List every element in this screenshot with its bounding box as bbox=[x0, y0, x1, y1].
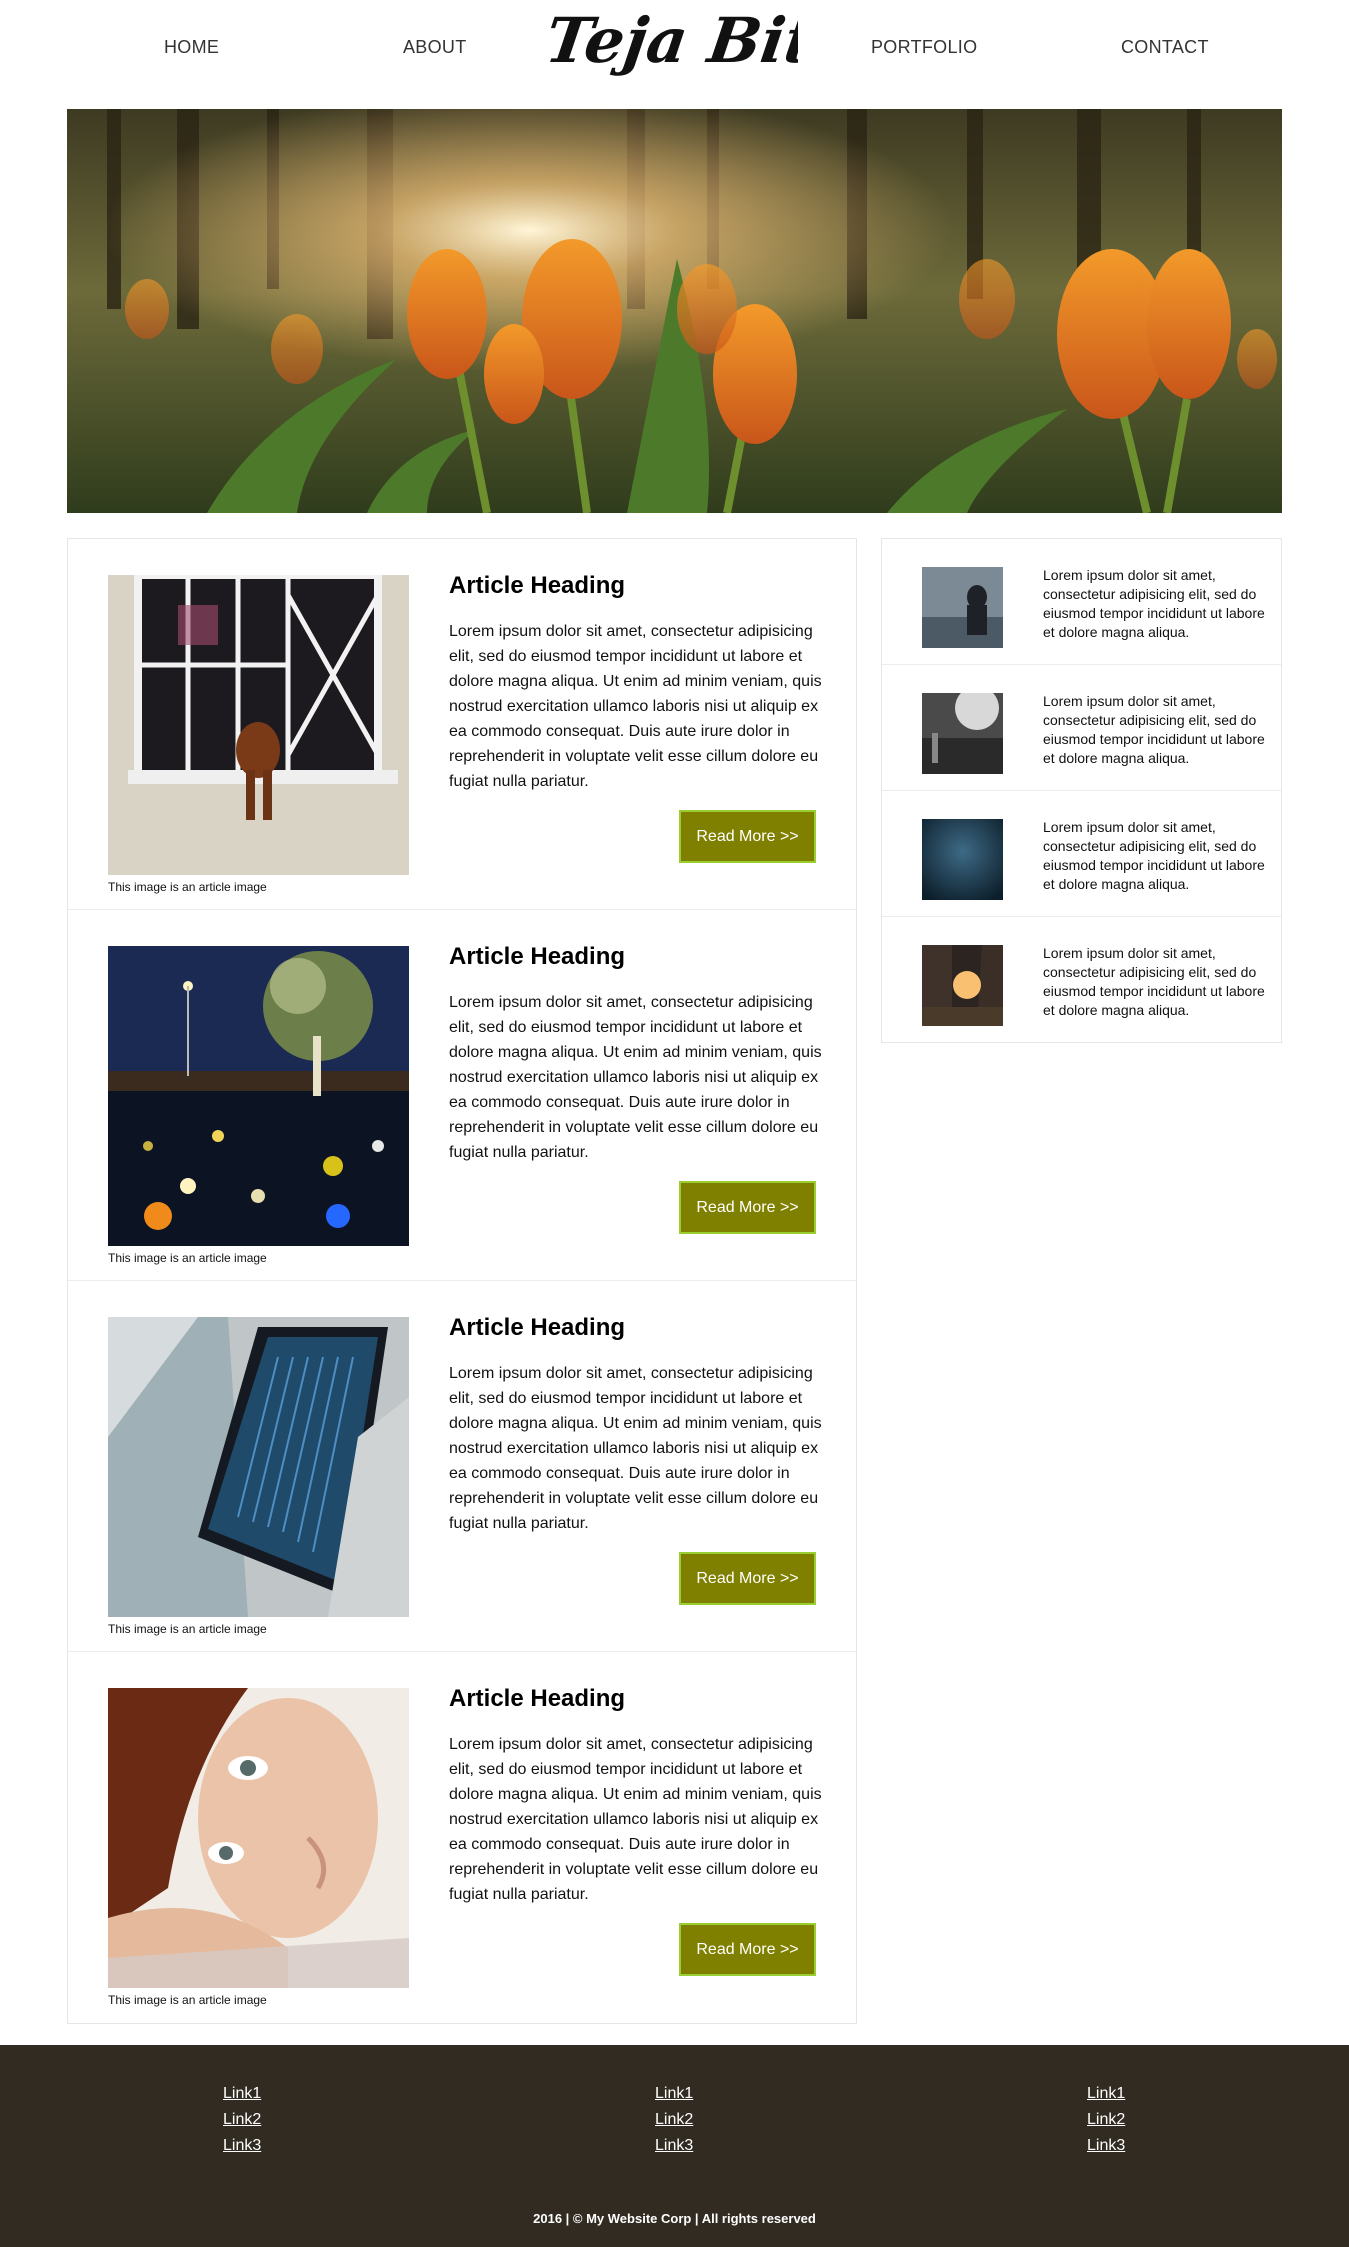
article-image bbox=[108, 1688, 409, 1988]
copyright-text: 2016 | © My Website Corp | All rights re… bbox=[533, 2211, 816, 2226]
article-image bbox=[108, 1317, 409, 1617]
nav-contact[interactable]: CONTACT bbox=[1121, 37, 1209, 58]
sidebar: Lorem ipsum dolor sit amet, consectetur … bbox=[881, 538, 1282, 1043]
read-more-button[interactable]: Read More >> bbox=[679, 1181, 816, 1234]
article-heading: Article Heading bbox=[449, 943, 626, 970]
sidebar-thumbnail bbox=[922, 819, 1003, 900]
article-heading: Article Heading bbox=[449, 1685, 626, 1712]
site-footer: Link1 Link2 Link3 Link1 Link2 Link3 Link… bbox=[0, 2045, 1349, 2247]
footer-link[interactable]: Link2 bbox=[655, 2107, 693, 2133]
article-caption: This image is an article image bbox=[108, 1251, 267, 1265]
svg-text:Teja Bitra: Teja Bitra bbox=[548, 4, 798, 77]
article-image bbox=[108, 946, 409, 1246]
footer-link[interactable]: Link1 bbox=[655, 2081, 693, 2107]
read-more-button[interactable]: Read More >> bbox=[679, 1923, 816, 1976]
footer-link[interactable]: Link2 bbox=[1087, 2107, 1125, 2133]
sidebar-text: Lorem ipsum dolor sit amet, consectetur … bbox=[1043, 567, 1265, 640]
article-body: Lorem ipsum dolor sit amet, consectetur … bbox=[449, 623, 822, 790]
nav-about[interactable]: ABOUT bbox=[403, 37, 467, 58]
footer-column: Link1 Link2 Link3 bbox=[655, 2081, 693, 2159]
article-caption: This image is an article image bbox=[108, 1993, 267, 2007]
article-heading: Article Heading bbox=[449, 572, 626, 599]
sidebar-thumbnail bbox=[922, 567, 1003, 648]
footer-link[interactable]: Link2 bbox=[223, 2107, 261, 2133]
hero-banner-image bbox=[67, 109, 1282, 513]
nav-portfolio[interactable]: PORTFOLIO bbox=[871, 37, 977, 58]
footer-link[interactable]: Link1 bbox=[1087, 2081, 1125, 2107]
read-more-button[interactable]: Read More >> bbox=[679, 1552, 816, 1605]
article-heading: Article Heading bbox=[449, 1314, 626, 1341]
footer-column: Link1 Link2 Link3 bbox=[1087, 2081, 1125, 2159]
footer-link[interactable]: Link3 bbox=[223, 2133, 261, 2159]
sidebar-item[interactable]: Lorem ipsum dolor sit amet, consectetur … bbox=[882, 791, 1281, 917]
article-card: This image is an article image Article H… bbox=[68, 1652, 856, 2023]
sidebar-item[interactable]: Lorem ipsum dolor sit amet, consectetur … bbox=[882, 539, 1281, 665]
nav-home[interactable]: HOME bbox=[164, 37, 219, 58]
article-card: This image is an article image Article H… bbox=[68, 539, 856, 910]
article-body: Lorem ipsum dolor sit amet, consectetur … bbox=[449, 1365, 822, 1532]
site-header: HOME ABOUT Teja Bitra PORTFOLIO CONTACT bbox=[0, 0, 1349, 100]
sidebar-thumbnail bbox=[922, 945, 1003, 1026]
sidebar-text: Lorem ipsum dolor sit amet, consectetur … bbox=[1043, 945, 1265, 1018]
article-body: Lorem ipsum dolor sit amet, consectetur … bbox=[449, 994, 822, 1161]
article-list: This image is an article image Article H… bbox=[67, 538, 857, 2024]
footer-link[interactable]: Link1 bbox=[223, 2081, 261, 2107]
read-more-button[interactable]: Read More >> bbox=[679, 810, 816, 863]
sidebar-item[interactable]: Lorem ipsum dolor sit amet, consectetur … bbox=[882, 917, 1281, 1043]
article-image bbox=[108, 575, 409, 875]
footer-link[interactable]: Link3 bbox=[1087, 2133, 1125, 2159]
site-logo[interactable]: Teja Bitra bbox=[548, 0, 798, 100]
article-card: This image is an article image Article H… bbox=[68, 910, 856, 1281]
article-caption: This image is an article image bbox=[108, 880, 267, 894]
sidebar-text: Lorem ipsum dolor sit amet, consectetur … bbox=[1043, 819, 1265, 892]
sidebar-text: Lorem ipsum dolor sit amet, consectetur … bbox=[1043, 693, 1265, 766]
article-caption: This image is an article image bbox=[108, 1622, 267, 1636]
sidebar-thumbnail bbox=[922, 693, 1003, 774]
article-card: This image is an article image Article H… bbox=[68, 1281, 856, 1652]
footer-link[interactable]: Link3 bbox=[655, 2133, 693, 2159]
sidebar-item[interactable]: Lorem ipsum dolor sit amet, consectetur … bbox=[882, 665, 1281, 791]
footer-column: Link1 Link2 Link3 bbox=[223, 2081, 261, 2159]
article-body: Lorem ipsum dolor sit amet, consectetur … bbox=[449, 1736, 822, 1903]
